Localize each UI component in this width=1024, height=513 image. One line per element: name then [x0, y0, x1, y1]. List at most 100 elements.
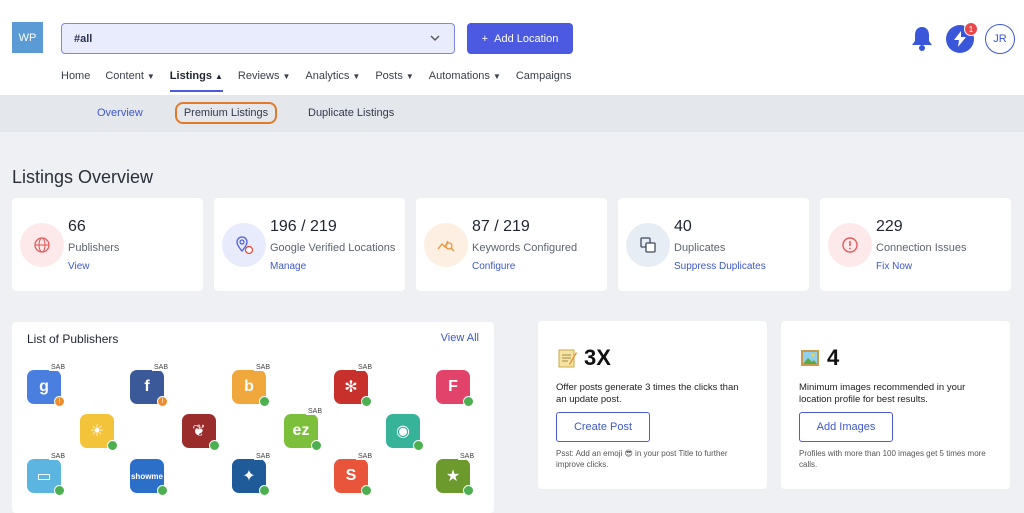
page-title: Listings Overview	[12, 167, 154, 187]
tip-text: Offer posts generate 3 times the clicks …	[556, 382, 739, 406]
check-icon	[209, 440, 220, 451]
stat-label: Connection Issues	[876, 242, 967, 254]
main-nav: Home Content ▼ Listings ▲ Reviews ▼ Analytics ▼ P…	[61, 70, 587, 92]
tip-note-line: Profiles with more than 100 images get 5…	[799, 449, 986, 458]
stat-link[interactable]: Fix Now	[876, 261, 912, 272]
tip-headline-value: 4	[827, 345, 840, 370]
nav-item-reviews[interactable]: Reviews ▼	[238, 70, 291, 92]
nav-item-label: Campaigns	[515, 70, 572, 82]
avatar[interactable]: JR	[985, 24, 1015, 54]
check-icon	[157, 485, 168, 496]
sab-badge: SAB	[356, 364, 375, 371]
tip-text-line: location profile for best results.	[799, 394, 928, 405]
tip-note-line: improve clicks.	[556, 460, 609, 469]
chevron-down-icon	[430, 32, 440, 46]
tab-duplicate-listings[interactable]: Duplicate Listings	[308, 102, 394, 124]
nav-item-listings[interactable]: Listings ▲	[169, 70, 223, 92]
tip-headline: 3X	[556, 345, 611, 371]
nav-item-label: Posts	[375, 70, 403, 82]
stat-link[interactable]: Configure	[472, 261, 515, 272]
add-location-button[interactable]: + Add Location	[467, 23, 573, 54]
picture-icon	[799, 347, 821, 369]
check-icon	[463, 485, 474, 496]
nav-item-campaigns[interactable]: Campaigns	[516, 70, 572, 92]
sub-nav: Overview Premium Listings Duplicate List…	[0, 95, 1024, 132]
stat-card-connection-issues: 229 Connection Issues Fix Now	[820, 198, 1011, 291]
stat-link[interactable]: Manage	[270, 261, 306, 272]
add-location-label: Add Location	[494, 32, 559, 45]
create-post-button[interactable]: Create Post	[556, 412, 650, 442]
stat-value: 196 / 219	[270, 218, 337, 235]
check-icon	[361, 396, 372, 407]
nav-item-analytics[interactable]: Analytics ▼	[305, 70, 360, 92]
sab-badge: SAB	[254, 453, 273, 460]
chevron-down-icon: ▼	[282, 72, 291, 81]
sab-badge: SAB	[152, 364, 171, 371]
location-select[interactable]: #all	[61, 23, 455, 54]
sab-badge: SAB	[254, 364, 273, 371]
view-all-link[interactable]: View All	[441, 332, 479, 344]
warning-icon: !	[54, 396, 65, 407]
stat-card-google-verified-locations: 196 / 219 Google Verified Locations Mana…	[214, 198, 405, 291]
chevron-down-icon: ▼	[492, 72, 501, 81]
stat-value: 87 / 219	[472, 218, 530, 235]
publishers-panel: List of Publishers View All g SAB! f SAB! b S…	[12, 322, 494, 513]
stat-value: 66	[68, 218, 86, 235]
chevron-down-icon: ▼	[352, 72, 361, 81]
globe-icon	[20, 223, 64, 267]
memo-icon	[556, 347, 578, 369]
nav-item-home[interactable]: Home	[61, 70, 90, 92]
location-pin-icon	[222, 223, 266, 267]
nav-item-label: Automations	[428, 70, 490, 82]
chevron-down-icon: ▼	[146, 72, 155, 81]
add-images-button[interactable]: Add Images	[799, 412, 893, 442]
app-logo[interactable]: WP	[12, 22, 43, 53]
check-icon	[413, 440, 424, 451]
alert-circle-icon	[828, 223, 872, 267]
check-icon	[259, 485, 270, 496]
stat-label: Publishers	[68, 242, 120, 254]
sab-badge: SAB	[458, 453, 477, 460]
nav-item-label: Reviews	[237, 70, 280, 82]
keyword-search-icon	[424, 223, 468, 267]
nav-item-label: Home	[61, 70, 91, 82]
chevron-down-icon: ▼	[405, 72, 414, 81]
sab-badge: SAB	[306, 408, 325, 415]
bell-icon[interactable]	[909, 24, 935, 52]
tip-headline: 4	[799, 345, 839, 371]
check-icon	[361, 485, 372, 496]
stat-value: 40	[674, 218, 692, 235]
tab-overview[interactable]: Overview	[97, 102, 143, 124]
tip-text-line: an update post.	[556, 394, 622, 405]
stat-link[interactable]: Suppress Duplicates	[674, 261, 766, 272]
check-icon	[259, 396, 270, 407]
tip-text: Minimum images recommended in your locat…	[799, 382, 965, 406]
sab-badge: SAB	[49, 453, 68, 460]
duplicate-icon	[626, 223, 670, 267]
nav-item-posts[interactable]: Posts ▼	[375, 70, 413, 92]
stat-card-publishers: 66 Publishers View	[12, 198, 203, 291]
stat-label: Google Verified Locations	[270, 242, 396, 254]
tip-note: Psst: Add an emoji 😎 in your post Title …	[556, 448, 728, 470]
stat-card-duplicates: 40 Duplicates Suppress Duplicates	[618, 198, 809, 291]
nav-item-content[interactable]: Content ▼	[105, 70, 154, 92]
check-icon	[463, 396, 474, 407]
tip-headline-value: 3X	[584, 345, 611, 370]
check-icon	[311, 440, 322, 451]
tab-premium-listings[interactable]: Premium Listings	[175, 102, 277, 124]
tip-text-line: Offer posts generate 3 times the clicks …	[556, 382, 739, 393]
stat-link[interactable]: View	[68, 261, 90, 272]
notification-badge: 1	[964, 22, 978, 36]
nav-item-label: Analytics	[305, 70, 350, 82]
plus-icon: +	[481, 32, 489, 45]
tip-card-images: 4 Minimum images recommended in your loc…	[781, 321, 1010, 489]
stat-card-keywords-configured: 87 / 219 Keywords Configured Configure	[416, 198, 607, 291]
sab-badge: SAB	[49, 364, 68, 371]
check-icon	[107, 440, 118, 451]
tip-note: Profiles with more than 100 images get 5…	[799, 448, 986, 470]
tip-text-line: Minimum images recommended in your	[799, 382, 966, 393]
nav-item-label: Listings	[169, 70, 212, 82]
nav-item-automations[interactable]: Automations ▼	[429, 70, 501, 92]
chevron-up-icon: ▲	[214, 72, 223, 81]
publishers-title: List of Publishers	[27, 332, 119, 346]
